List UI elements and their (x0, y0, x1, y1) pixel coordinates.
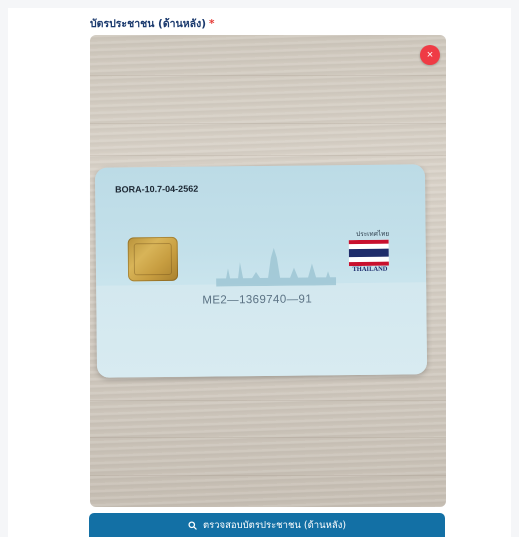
close-icon: × (426, 49, 434, 61)
id-card-image: BORA-10.7-04-2562 ประเทศไทย THAILAND ME2… (94, 164, 428, 378)
field-label-text: บัตรประชาชน (ด้านหลัง) (90, 18, 207, 30)
remove-image-button[interactable]: × (420, 45, 440, 65)
card-chip (127, 236, 179, 282)
required-mark: * (209, 18, 215, 30)
field-label: บัตรประชาชน (ด้านหลัง) * (90, 15, 215, 32)
card-code: BORA-10.7-04-2562 (115, 183, 199, 195)
thai-flag-icon (348, 239, 389, 267)
search-icon (188, 520, 197, 530)
verify-id-card-back-button[interactable]: ตรวจสอบบัตรประชาชน (ด้านหลัง) (89, 513, 445, 537)
verify-button-label: ตรวจสอบบัตรประชาชน (ด้านหลัง) (202, 519, 347, 531)
country-en-label: THAILAND (352, 265, 388, 274)
card-serial: ME2—1369740—91 (202, 293, 313, 307)
temple-skyline-icon (216, 247, 337, 287)
country-thai-label: ประเทศไทย (356, 230, 390, 239)
